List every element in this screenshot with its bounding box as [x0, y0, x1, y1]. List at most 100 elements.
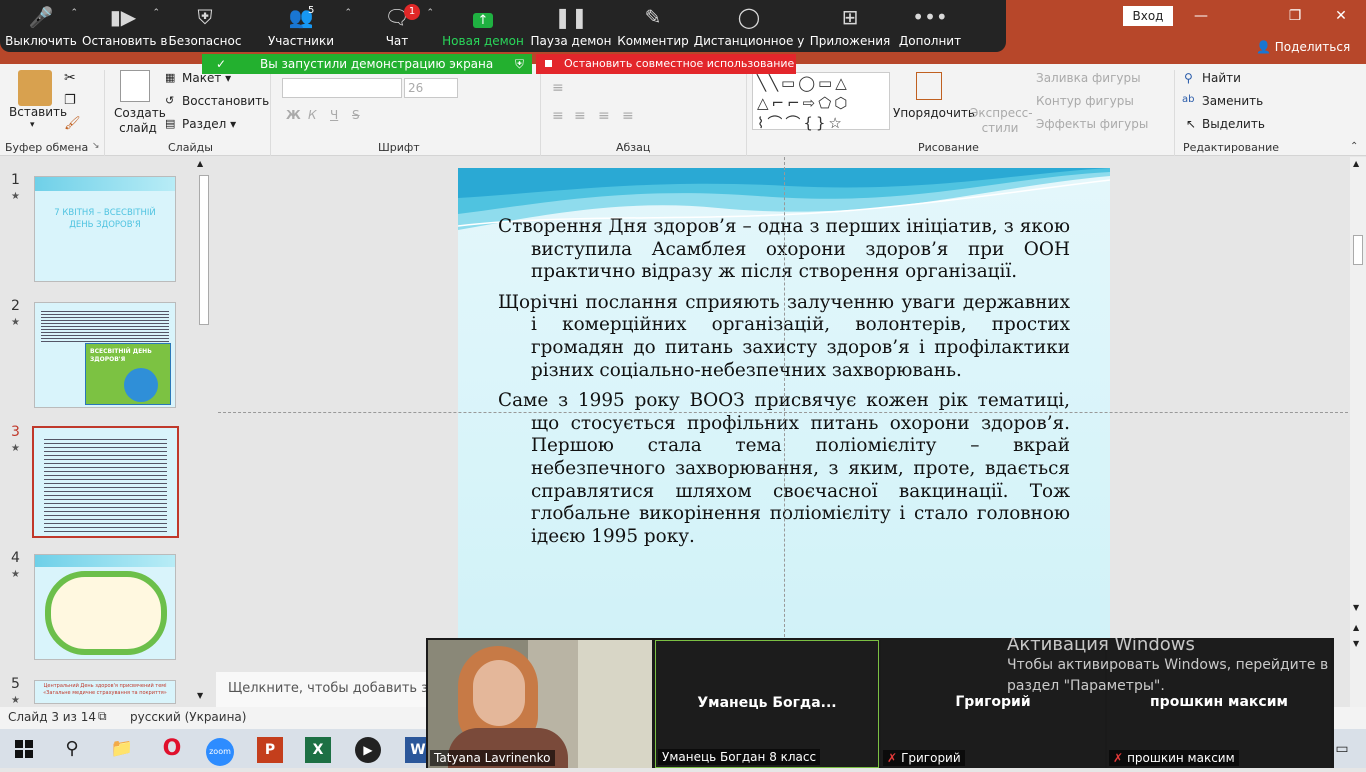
login-button[interactable]: Вход: [1123, 6, 1173, 26]
dialog-launcher-icon[interactable]: ↘: [92, 141, 100, 151]
thumbnail-number: 4: [11, 550, 20, 566]
separator: [1174, 70, 1175, 156]
video-tile-self[interactable]: Tatyana Lavrinenko: [428, 640, 652, 768]
security-button[interactable]: ⛨ Безопаснос: [164, 0, 246, 52]
chat-button[interactable]: 🗨 1 ⌃ Чат: [356, 0, 438, 52]
slide-thumbnail-2[interactable]: ВСЕСВІТНІЙ ДЕНЬ ЗДОРОВ'Я: [34, 302, 176, 408]
collapse-ribbon-icon[interactable]: ⌃: [1350, 141, 1358, 152]
scroll-thumb[interactable]: [199, 175, 209, 325]
restore-icon[interactable]: ❐: [1280, 6, 1310, 26]
align-center-icon[interactable]: ≡: [552, 108, 564, 124]
select-button[interactable]: Выделить: [1202, 117, 1265, 131]
font-size-field[interactable]: 26: [404, 78, 458, 98]
align-left-icon[interactable]: ≡: [574, 108, 586, 124]
pin-icon[interactable]: ✓: [216, 54, 226, 74]
minimize-icon[interactable]: —: [1186, 6, 1216, 26]
font-name-field[interactable]: [282, 78, 402, 98]
next-slide-icon[interactable]: ▼: [1353, 639, 1359, 648]
replace-icon: ab: [1182, 94, 1195, 105]
align-right-icon[interactable]: ≡: [598, 108, 610, 124]
scroll-up-icon[interactable]: ▲: [1353, 159, 1359, 168]
zoom-meeting-toolbar: 🎤 ⌃ Выключить ▮▶ ⌃ Остановить в ⛨ Безопаснос …: [0, 0, 1006, 52]
file-explorer-icon[interactable]: 📁: [102, 730, 142, 768]
apps-button[interactable]: ⊞ Приложения: [806, 0, 894, 52]
underline-button[interactable]: Ч: [330, 108, 338, 122]
shape-fill-button[interactable]: Заливка фигуры: [1036, 71, 1141, 85]
format-painter-icon[interactable]: 🖌: [64, 116, 81, 131]
thumbnail-scrollbar[interactable]: ▲ ▼: [196, 157, 212, 703]
cut-icon[interactable]: ✂: [64, 70, 76, 86]
windows-start-icon[interactable]: [4, 730, 44, 768]
find-button[interactable]: Найти: [1202, 71, 1241, 85]
media-player-icon[interactable]: ▶: [348, 730, 388, 768]
paste-button[interactable]: Вставить: [9, 105, 67, 119]
scroll-up-icon[interactable]: ▲: [197, 159, 203, 168]
annotate-button[interactable]: ✎ Комментир: [614, 0, 692, 52]
clipboard-group-label: Буфер обмена: [5, 141, 89, 154]
new-share-button[interactable]: ↑ Новая демон: [438, 0, 528, 52]
watermark-line: Чтобы активировать Windows, перейдите в: [1007, 657, 1329, 673]
language-indicator[interactable]: русский (Украина): [130, 710, 246, 724]
new-slide-button[interactable]: Создать слайд: [114, 106, 166, 136]
star-icon: ★: [11, 317, 20, 328]
chevron-down-icon[interactable]: ▾: [30, 120, 35, 130]
close-icon[interactable]: ✕: [1326, 6, 1356, 26]
arrange-button[interactable]: Упорядочить: [893, 106, 975, 120]
watermark-title: Активация Windows: [1007, 634, 1195, 655]
notes-placeholder[interactable]: Щелкните, чтобы добавить за: [216, 672, 436, 708]
share-button[interactable]: 👤 Поделиться: [1256, 40, 1350, 54]
search-icon[interactable]: ⚲: [52, 730, 92, 768]
opera-icon[interactable]: O: [152, 730, 192, 768]
section-button[interactable]: Раздел ▾: [182, 117, 236, 131]
pause-icon: ❚❚: [554, 5, 588, 29]
participants-button[interactable]: 👥 5 ⌃ Участники: [246, 0, 356, 52]
scroll-thumb[interactable]: [1353, 235, 1363, 265]
thumbnail-title: 7 КВІТНЯ – ВСЕСВІТНІЙ ДЕНЬ ЗДОРОВ'Я: [54, 208, 156, 230]
reset-button[interactable]: Восстановить: [182, 94, 269, 108]
separator: [104, 70, 105, 156]
horizontal-guide[interactable]: [218, 412, 1348, 413]
mute-button[interactable]: 🎤 ⌃ Выключить: [0, 0, 82, 52]
remote-control-button[interactable]: ◯ Дистанционное у: [692, 0, 806, 52]
slide-thumbnail-4[interactable]: [34, 554, 176, 660]
stop-share-button[interactable]: Остановить совместное использование: [536, 54, 796, 74]
strikethrough-button[interactable]: S: [352, 108, 360, 122]
participant-label: ✗ прошкин максим: [1109, 750, 1239, 766]
powerpoint-icon[interactable]: P: [250, 730, 290, 768]
shapes-gallery[interactable]: ╲╲▭◯▭△ △⌐⌐⇨⬠⬡ ⌇⌒⌒{}☆: [752, 72, 890, 132]
shape-effects-button[interactable]: Эффекты фигуры: [1036, 117, 1148, 131]
slide-thumbnail-1[interactable]: 7 КВІТНЯ – ВСЕСВІТНІЙ ДЕНЬ ЗДОРОВ'Я: [34, 176, 176, 282]
participant-label: Tatyana Lavrinenko: [430, 750, 555, 766]
separator: [540, 70, 541, 156]
pause-share-button[interactable]: ❚❚ Пауза демон: [528, 0, 614, 52]
spellcheck-icon[interactable]: ⧉: [98, 709, 107, 724]
paragraph-group-label: Абзац: [616, 141, 651, 154]
quick-styles-button[interactable]: Экспресс-стили: [970, 106, 1033, 136]
cursor-icon: ↖: [1186, 117, 1197, 131]
excel-icon[interactable]: X: [298, 730, 338, 768]
paste-icon[interactable]: [18, 70, 52, 106]
bullets-icon[interactable]: ≡: [552, 80, 564, 96]
leaf-frame-illustration: [45, 571, 167, 655]
italic-button[interactable]: К: [308, 108, 317, 122]
vertical-guide[interactable]: [784, 157, 785, 637]
slide-scrollbar[interactable]: ▲ ▼ ▲ ▼: [1350, 157, 1366, 707]
replace-button[interactable]: Заменить: [1202, 94, 1263, 108]
slide-thumbnail-5[interactable]: Центральний День здоров'я присвячений те…: [34, 680, 176, 704]
search-icon: ⚲: [1184, 71, 1193, 85]
scroll-down-icon[interactable]: ▼: [1353, 603, 1359, 612]
slide-thumbnail-3-selected[interactable]: [32, 426, 179, 538]
bold-button[interactable]: Ж: [286, 108, 301, 122]
stop-icon: [545, 60, 552, 67]
justify-icon[interactable]: ≡: [622, 108, 634, 124]
video-tile-active-speaker[interactable]: Уманець Богда... Уманець Богдан 8 класс: [655, 640, 879, 768]
stop-video-button[interactable]: ▮▶ ⌃ Остановить в: [82, 0, 167, 52]
scroll-down-icon[interactable]: ▼: [197, 691, 203, 700]
shape-outline-button[interactable]: Контур фигуры: [1036, 94, 1134, 108]
globe-icon: [124, 368, 158, 402]
prev-slide-icon[interactable]: ▲: [1353, 623, 1359, 632]
new-slide-icon[interactable]: [120, 70, 150, 102]
copy-icon[interactable]: ❐: [64, 93, 76, 108]
more-button[interactable]: ••• Дополнит: [894, 0, 966, 52]
zoom-icon[interactable]: zoom: [200, 730, 240, 768]
